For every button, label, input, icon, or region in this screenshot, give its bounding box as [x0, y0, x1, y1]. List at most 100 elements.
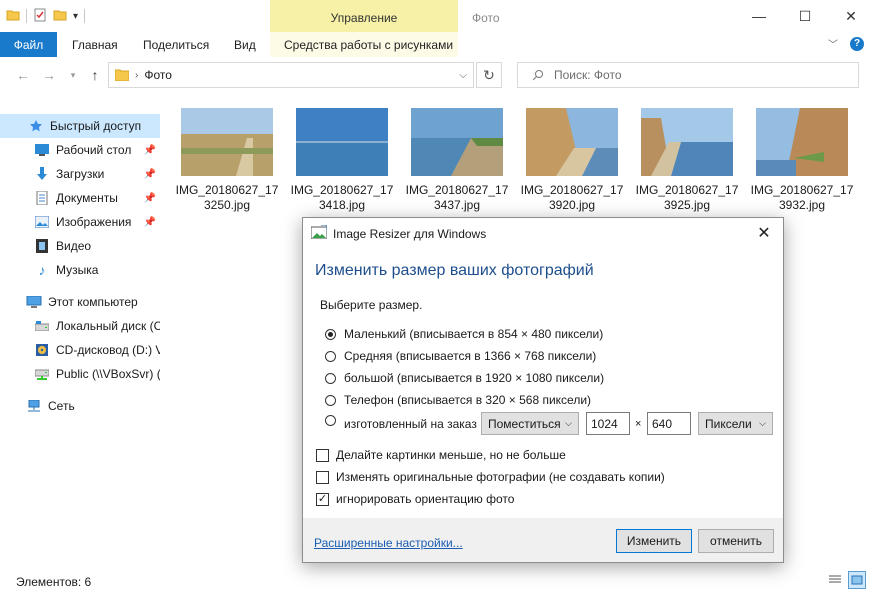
- file-name-line1: IMG_20180627_17: [635, 183, 739, 197]
- search-placeholder: Поиск: Фото: [554, 68, 622, 82]
- expand-ribbon-icon[interactable]: ﹀: [828, 36, 838, 51]
- sidebar-item-cd-drive[interactable]: CD-дисковод (D:) V: [0, 338, 160, 362]
- file-name-line2: 3925.jpg: [663, 198, 711, 212]
- search-icon: [532, 69, 544, 81]
- sidebar-item-quick-access[interactable]: Быстрый доступ: [0, 114, 160, 138]
- pin-icon[interactable]: 📌: [144, 145, 156, 156]
- sidebar-item-downloads[interactable]: Загрузки 📌: [0, 162, 160, 186]
- help-icon[interactable]: ?: [850, 36, 864, 51]
- checkbox-ignore-orientation[interactable]: ✓ игнорировать ориентацию фото: [316, 492, 514, 506]
- breadcrumb-separator-icon[interactable]: ›: [135, 70, 138, 81]
- forward-arrow-icon[interactable]: →: [38, 64, 60, 86]
- sidebar-item-network[interactable]: Сеть: [0, 394, 160, 418]
- file-item[interactable]: IMG_20180627_17 3925.jpg: [632, 108, 742, 213]
- checkbox-label: игнорировать ориентацию фото: [336, 492, 515, 506]
- radio-button[interactable]: [325, 328, 336, 340]
- star-icon: [28, 119, 44, 133]
- checkbox-shrink-only[interactable]: Делайте картинки меньше, но не больше: [316, 448, 566, 462]
- radio-small[interactable]: Маленький (вписывается в 854 × 480 пиксе…: [325, 327, 603, 341]
- tab-view[interactable]: Вид: [234, 32, 256, 57]
- file-item[interactable]: IMG_20180627_17 3418.jpg: [287, 108, 397, 213]
- tab-home[interactable]: Главная: [72, 32, 118, 57]
- documents-icon: [34, 191, 50, 205]
- unit-value: Пиксели: [705, 416, 752, 431]
- radio-button[interactable]: [325, 394, 336, 406]
- sidebar-item-videos[interactable]: Видео: [0, 234, 160, 258]
- customize-qat-icon[interactable]: ▾: [73, 11, 78, 22]
- recent-locations-icon[interactable]: ▾: [62, 64, 84, 86]
- search-input[interactable]: Поиск: Фото: [517, 62, 859, 88]
- breadcrumb[interactable]: Фото: [144, 68, 172, 82]
- sidebar-item-network-drive[interactable]: Public (\\VBoxSvr) (: [0, 362, 160, 386]
- tab-share[interactable]: Поделиться: [143, 32, 209, 57]
- sidebar-item-music[interactable]: ♪ Музыка: [0, 258, 160, 282]
- sidebar-item-local-disk[interactable]: Локальный диск (C: [0, 314, 160, 338]
- pin-icon[interactable]: 📌: [144, 217, 156, 228]
- new-folder-icon[interactable]: [53, 8, 67, 25]
- ribbon-controls: ﹀ ?: [828, 36, 864, 51]
- file-item[interactable]: IMG_20180627_17 3920.jpg: [517, 108, 627, 213]
- radio-button[interactable]: [325, 414, 336, 426]
- resize-button[interactable]: Изменить: [616, 529, 692, 553]
- cd-icon: [34, 343, 50, 357]
- radio-custom[interactable]: изготовленный на заказ: [325, 414, 477, 431]
- address-dropdown-icon[interactable]: ⌵: [459, 70, 467, 81]
- file-name-line1: IMG_20180627_17: [750, 183, 854, 197]
- sidebar-item-label: Public (\\VBoxSvr) (: [56, 367, 160, 381]
- unit-dropdown[interactable]: Пиксели ⌵: [698, 412, 773, 435]
- sidebar-item-documents[interactable]: Документы 📌: [0, 186, 160, 210]
- tab-file[interactable]: Файл: [0, 32, 57, 57]
- pin-icon[interactable]: 📌: [144, 193, 156, 204]
- close-icon[interactable]: ✕: [753, 222, 775, 244]
- status-item-count: Элементов: 6: [16, 575, 92, 589]
- up-arrow-icon[interactable]: ↑: [84, 64, 106, 86]
- sidebar-item-pictures[interactable]: Изображения 📌: [0, 210, 160, 234]
- file-item[interactable]: IMG_20180627_17 3250.jpg: [172, 108, 282, 213]
- cancel-button[interactable]: отменить: [698, 529, 774, 553]
- radio-button[interactable]: [325, 372, 336, 384]
- checkbox-replace-originals[interactable]: Изменять оригинальные фотографии (не соз…: [316, 470, 665, 484]
- refresh-icon[interactable]: ↻: [476, 62, 502, 88]
- checkbox-checked[interactable]: ✓: [316, 492, 329, 506]
- advanced-settings-link[interactable]: Расширенные настройки...: [314, 536, 463, 550]
- sidebar-item-label: Изображения: [56, 215, 132, 229]
- sidebar-item-label: Этот компьютер: [48, 295, 138, 309]
- minimize-icon[interactable]: —: [736, 0, 782, 32]
- radio-button[interactable]: [325, 350, 336, 362]
- checkbox[interactable]: [316, 470, 329, 484]
- height-input[interactable]: 640: [647, 412, 691, 435]
- sidebar-item-label: CD-дисковод (D:) V: [56, 343, 160, 357]
- maximize-icon[interactable]: ☐: [782, 0, 828, 32]
- file-name-line1: IMG_20180627_17: [520, 183, 624, 197]
- qat-separator: [84, 9, 86, 23]
- large-icons-view-icon[interactable]: [848, 571, 866, 589]
- sidebar-item-label: Рабочий стол: [56, 143, 132, 157]
- file-name-line2: 3250.jpg: [203, 198, 251, 212]
- checkbox[interactable]: [316, 448, 329, 462]
- folder-icon[interactable]: [6, 8, 20, 25]
- music-icon: ♪: [38, 262, 46, 278]
- radio-phone[interactable]: Телефон (вписывается в 320 × 568 пиксели…: [325, 393, 591, 407]
- quick-access-toolbar: ▾: [6, 6, 86, 26]
- file-item[interactable]: IMG_20180627_17 3932.jpg: [747, 108, 857, 213]
- address-bar[interactable]: › Фото ⌵: [108, 62, 474, 88]
- sidebar-item-desktop[interactable]: Рабочий стол 📌: [0, 138, 160, 162]
- radio-large[interactable]: большой (вписывается в 1920 × 1080 пиксе…: [325, 371, 604, 385]
- tab-picture-tools[interactable]: Средства работы с рисунками: [284, 32, 453, 57]
- file-item[interactable]: IMG_20180627_17 3437.jpg: [402, 108, 512, 213]
- sidebar-item-this-pc[interactable]: Этот компьютер: [0, 290, 160, 314]
- radio-label: изготовленный на заказ: [344, 417, 477, 431]
- file-name-line1: IMG_20180627_17: [175, 183, 279, 197]
- radio-medium[interactable]: Средняя (вписывается в 1366 × 768 пиксел…: [325, 349, 596, 363]
- desktop-icon: [34, 143, 50, 157]
- width-input[interactable]: 1024: [586, 412, 630, 435]
- back-arrow-icon[interactable]: ←: [12, 64, 34, 86]
- close-icon[interactable]: ✕: [828, 0, 874, 32]
- pin-icon[interactable]: 📌: [144, 169, 156, 180]
- checkbox-label: Делайте картинки меньше, но не больше: [336, 448, 566, 462]
- image-resizer-dialog: Image Resizer для Windows ✕ Изменить раз…: [302, 217, 784, 563]
- fit-mode-dropdown[interactable]: Поместиться ⌵: [481, 412, 579, 435]
- radio-label: большой (вписывается в 1920 × 1080 пиксе…: [344, 371, 605, 385]
- details-view-icon[interactable]: [826, 571, 844, 589]
- properties-icon[interactable]: [33, 8, 47, 25]
